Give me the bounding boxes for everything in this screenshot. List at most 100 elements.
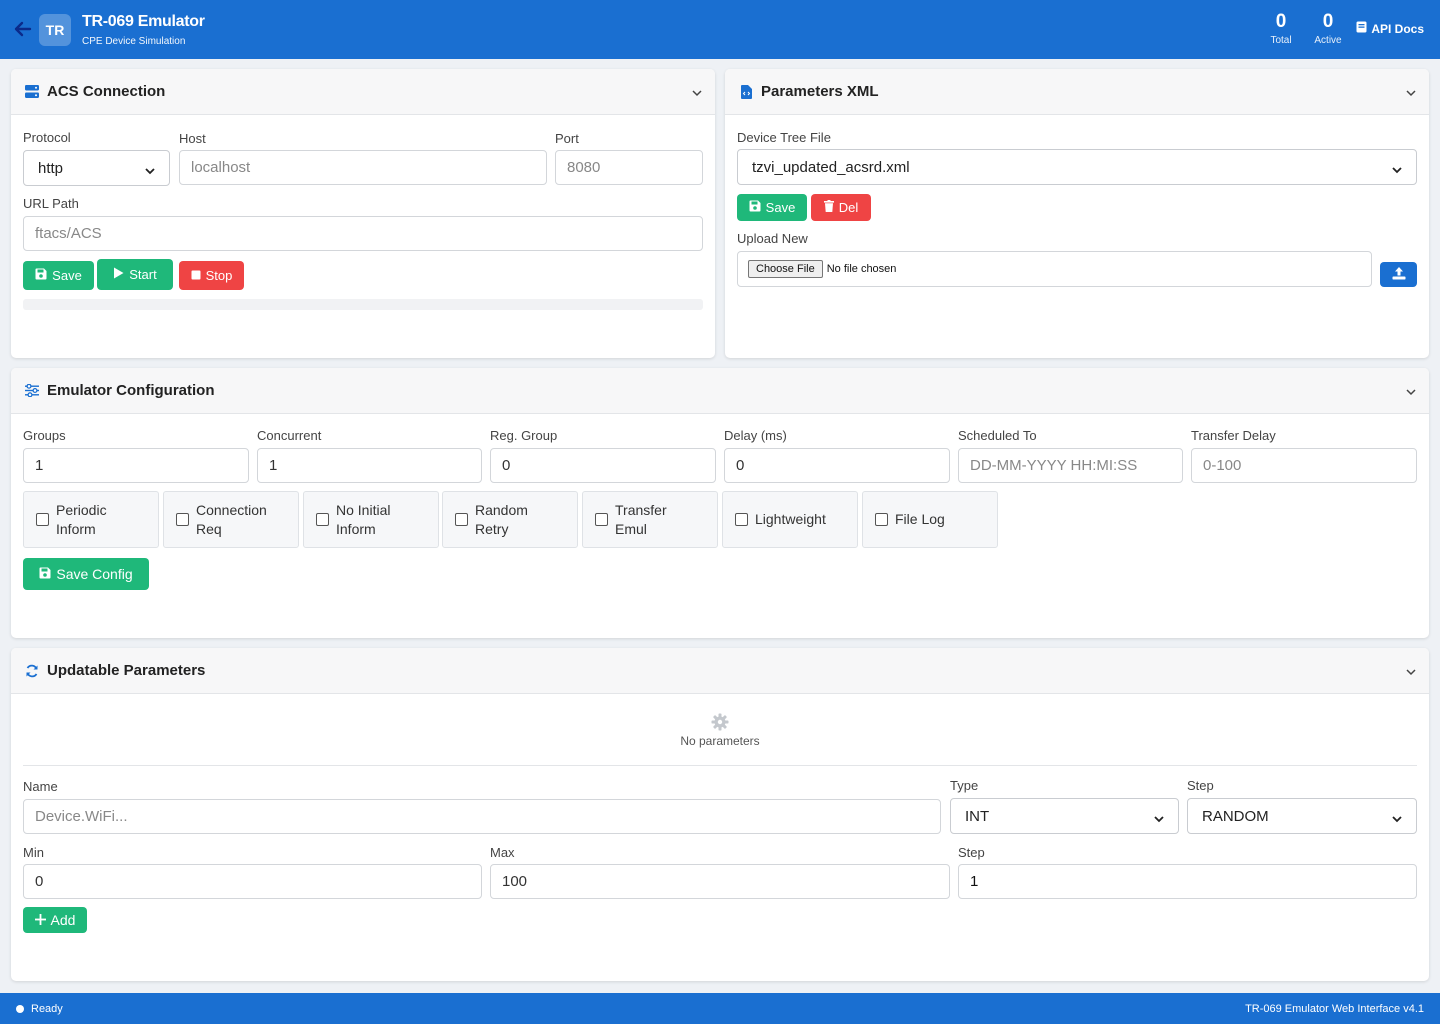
- save-config-button[interactable]: Save Config: [23, 558, 149, 590]
- acs-connection-card: ACS Connection Protocol http Host localh…: [11, 69, 715, 358]
- xml-save-label: Save: [765, 200, 796, 215]
- checkbox-label: Random Retry: [475, 501, 528, 539]
- save-config-label: Save Config: [56, 566, 133, 582]
- param-step-select[interactable]: RANDOM: [1187, 798, 1417, 834]
- connection-req-checkbox[interactable]: Connection Req: [163, 491, 299, 548]
- chevron-down-icon[interactable]: [1405, 385, 1417, 397]
- file-log-checkbox[interactable]: File Log: [862, 491, 998, 548]
- xml-card-header[interactable]: Parameters XML: [725, 69, 1429, 115]
- acs-card-header[interactable]: ACS Connection: [11, 69, 715, 115]
- transfer-emul-checkbox[interactable]: Transfer Emul: [582, 491, 718, 548]
- transfer-delay-input[interactable]: 0-100: [1191, 448, 1417, 483]
- no-initial-inform-checkbox[interactable]: No Initial Inform: [303, 491, 439, 548]
- checkbox-box[interactable]: [455, 513, 468, 526]
- concurrent-label: Concurrent: [257, 428, 322, 443]
- param-name-label: Name: [23, 779, 58, 794]
- acs-save-label: Save: [52, 268, 82, 283]
- stat-total: 0 Total: [1261, 11, 1301, 46]
- api-docs-label: API Docs: [1371, 21, 1424, 36]
- checkbox-box[interactable]: [176, 513, 189, 526]
- acs-save-button[interactable]: Save: [23, 261, 94, 290]
- checkbox-label-line1: Periodic: [56, 501, 107, 518]
- param-step-value: RANDOM: [1202, 807, 1269, 825]
- reg-group-label: Reg. Group: [490, 428, 558, 443]
- checkbox-label: Lightweight: [755, 511, 826, 527]
- divider: [23, 765, 1417, 766]
- param-type-value: INT: [965, 807, 990, 825]
- checkbox-label-line2: Inform: [336, 520, 376, 537]
- plus-icon: [34, 912, 46, 928]
- checkbox-box[interactable]: [595, 513, 608, 526]
- protocol-value: http: [38, 159, 64, 177]
- select-arrow-icon: [1154, 811, 1164, 823]
- device-tree-value: tzvi_updated_acsrd.xml: [752, 158, 910, 176]
- concurrent-input[interactable]: 1: [257, 448, 482, 483]
- chevron-down-icon[interactable]: [1405, 665, 1417, 677]
- emulator-configuration-card: Emulator Configuration Groups 1 Concurre…: [11, 368, 1429, 638]
- app-subtitle: CPE Device Simulation: [82, 36, 186, 47]
- config-card-title: Emulator Configuration: [47, 382, 215, 399]
- periodic-inform-checkbox[interactable]: Periodic Inform: [23, 491, 159, 548]
- param-max-input[interactable]: 100: [490, 864, 950, 899]
- host-label: Host: [179, 131, 206, 146]
- checkbox-box[interactable]: [875, 513, 888, 526]
- lightweight-checkbox[interactable]: Lightweight: [722, 491, 858, 548]
- protocol-label: Protocol: [23, 130, 71, 145]
- host-input[interactable]: localhost: [179, 150, 547, 185]
- delay-input[interactable]: 0: [724, 448, 950, 483]
- api-docs-link[interactable]: API Docs: [1356, 21, 1424, 36]
- xml-save-button[interactable]: Save: [737, 194, 807, 221]
- stat-active-value: 0: [1322, 11, 1334, 32]
- param-step-value-input[interactable]: 1: [958, 864, 1417, 899]
- stat-total-value: 0: [1275, 11, 1287, 32]
- param-max-label: Max: [490, 845, 515, 860]
- acs-card-title: ACS Connection: [47, 83, 166, 100]
- file-input[interactable]: Choose File No file chosen: [737, 251, 1372, 287]
- app-logo: TR: [39, 14, 71, 46]
- checkbox-box[interactable]: [735, 513, 748, 526]
- param-type-select[interactable]: INT: [950, 798, 1179, 834]
- device-tree-select[interactable]: tzvi_updated_acsrd.xml: [737, 149, 1417, 185]
- stop-icon: [191, 268, 201, 283]
- choose-file-button[interactable]: Choose File: [748, 260, 823, 278]
- config-card-header[interactable]: Emulator Configuration: [11, 368, 1429, 414]
- brand: TR-069 Emulator CPE Device Simulation: [82, 13, 205, 47]
- device-tree-label: Device Tree File: [737, 130, 831, 145]
- delete-button[interactable]: Del: [811, 194, 871, 221]
- protocol-select[interactable]: http: [23, 150, 170, 186]
- param-type-label: Type: [950, 778, 979, 793]
- app-title: TR-069 Emulator: [82, 13, 205, 30]
- checkbox-label-line1: Connection: [196, 501, 267, 518]
- back-arrow-icon[interactable]: [12, 18, 34, 40]
- add-parameter-button[interactable]: Add: [23, 907, 87, 933]
- param-name-input[interactable]: Device.WiFi...: [23, 799, 941, 834]
- select-arrow-icon: [1392, 811, 1402, 823]
- params-card-header[interactable]: Updatable Parameters: [11, 648, 1429, 694]
- checkbox-label-line1: No Initial: [336, 501, 391, 518]
- chevron-down-icon[interactable]: [691, 86, 703, 98]
- top-bar: TR TR-069 Emulator CPE Device Simulation…: [0, 0, 1440, 59]
- param-min-label: Min: [23, 845, 44, 860]
- scheduled-to-input[interactable]: DD-MM-YYYY HH:MI:SS: [958, 448, 1183, 483]
- stop-button[interactable]: Stop: [179, 261, 244, 290]
- reg-group-input[interactable]: 0: [490, 448, 716, 483]
- start-button[interactable]: Start: [97, 259, 173, 290]
- checkbox-label: Transfer Emul: [615, 501, 667, 539]
- no-file-text: No file chosen: [826, 263, 897, 275]
- gear-icon: [711, 713, 729, 731]
- checkbox-label-line2: Req: [196, 520, 222, 537]
- port-input[interactable]: 8080: [555, 150, 703, 185]
- groups-label: Groups: [23, 428, 66, 443]
- url-path-input[interactable]: ftacs/ACS: [23, 216, 703, 251]
- checkbox-box[interactable]: [36, 513, 49, 526]
- param-min-input[interactable]: 0: [23, 864, 482, 899]
- chevron-down-icon[interactable]: [1405, 86, 1417, 98]
- random-retry-checkbox[interactable]: Random Retry: [442, 491, 578, 548]
- code-file-icon: [738, 84, 754, 100]
- checkbox-box[interactable]: [316, 513, 329, 526]
- select-arrow-icon: [1392, 162, 1402, 174]
- groups-input[interactable]: 1: [23, 448, 249, 483]
- transfer-delay-label: Transfer Delay: [1191, 428, 1276, 443]
- refresh-icon: [24, 663, 40, 679]
- upload-button[interactable]: [1380, 262, 1417, 287]
